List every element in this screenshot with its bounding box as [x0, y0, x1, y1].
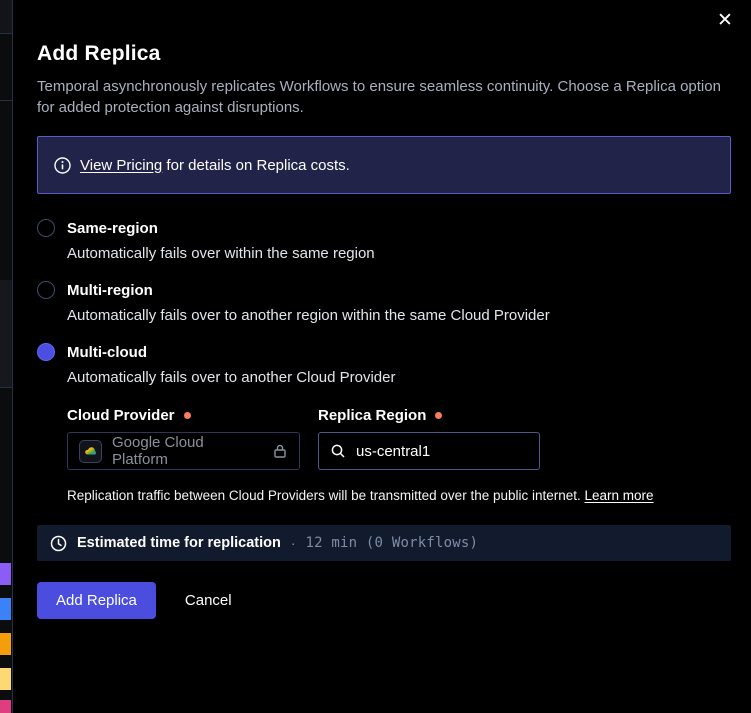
background-color-bar	[0, 668, 11, 690]
radio-multi-region[interactable]: Multi-region	[37, 281, 731, 299]
close-icon[interactable]: ✕	[711, 6, 739, 34]
search-icon	[330, 443, 346, 459]
background-color-bar	[0, 563, 11, 585]
option-description: Automatically fails over to another Clou…	[67, 369, 731, 386]
option-same-region: Same-region Automatically fails over wit…	[37, 219, 731, 262]
option-label: Same-region	[67, 220, 158, 237]
clock-icon	[50, 535, 67, 552]
view-pricing-link[interactable]: View Pricing	[80, 157, 162, 174]
option-description: Automatically fails over within the same…	[67, 245, 731, 262]
pricing-info-banner: View Pricing for details on Replica cost…	[37, 136, 731, 194]
required-dot-icon	[184, 412, 191, 419]
background-row-divider	[0, 100, 12, 101]
cancel-button[interactable]: Cancel	[185, 592, 232, 609]
estimate-label: Estimated time for replication	[77, 535, 281, 551]
background-row-divider	[0, 280, 12, 388]
pricing-banner-suffix: for details on Replica costs.	[162, 157, 350, 174]
cloud-provider-label: Cloud Provider	[67, 407, 300, 424]
pricing-banner-text: View Pricing for details on Replica cost…	[80, 157, 350, 174]
radio-circle-icon[interactable]	[37, 281, 55, 299]
gcp-logo-icon	[79, 440, 102, 463]
replica-region-field: Replica Region	[318, 407, 540, 470]
multi-cloud-form: Cloud Provider	[67, 407, 731, 470]
learn-more-link[interactable]: Learn more	[585, 488, 654, 503]
option-label: Multi-cloud	[67, 344, 147, 361]
option-description: Automatically fails over to another regi…	[67, 307, 731, 324]
note-text: Replication traffic between Cloud Provid…	[67, 488, 585, 503]
cloud-provider-field: Cloud Provider	[67, 407, 300, 470]
add-replica-button[interactable]: Add Replica	[37, 582, 156, 619]
background-page-strip	[0, 0, 13, 713]
option-multi-cloud: Multi-cloud Automatically fails over to …	[37, 343, 731, 503]
estimate-separator: ·	[291, 535, 296, 551]
cloud-provider-select: Google Cloud Platform	[67, 432, 300, 470]
page-title: Add Replica	[37, 42, 731, 66]
estimated-time-banner: Estimated time for replication · 12 min …	[37, 525, 731, 561]
replica-region-input[interactable]	[356, 443, 506, 460]
public-internet-note: Replication traffic between Cloud Provid…	[67, 488, 731, 503]
background-color-bar	[0, 598, 11, 620]
lock-icon	[272, 443, 288, 459]
background-row-divider	[0, 0, 12, 34]
required-dot-icon	[435, 412, 442, 419]
replica-region-label: Replica Region	[318, 407, 540, 424]
modal-footer: Add Replica Cancel	[37, 582, 731, 619]
radio-multi-cloud[interactable]: Multi-cloud	[37, 343, 731, 361]
replica-region-search-box[interactable]	[318, 432, 540, 470]
field-label-text: Replica Region	[318, 407, 426, 424]
background-color-bar	[0, 700, 11, 713]
info-icon	[54, 157, 71, 174]
cloud-provider-value: Google Cloud Platform	[112, 434, 260, 468]
radio-circle-icon-selected[interactable]	[37, 343, 55, 361]
estimate-value: 12 min (0 Workflows)	[306, 535, 479, 551]
replica-option-group: Same-region Automatically fails over wit…	[37, 219, 731, 503]
modal-description: Temporal asynchronously replicates Workf…	[37, 76, 727, 118]
option-label: Multi-region	[67, 282, 153, 299]
background-color-bar	[0, 633, 11, 655]
add-replica-modal: ✕ Add Replica Temporal asynchronously re…	[13, 0, 751, 713]
option-multi-region: Multi-region Automatically fails over to…	[37, 281, 731, 324]
radio-circle-icon[interactable]	[37, 219, 55, 237]
field-label-text: Cloud Provider	[67, 407, 175, 424]
radio-same-region[interactable]: Same-region	[37, 219, 731, 237]
